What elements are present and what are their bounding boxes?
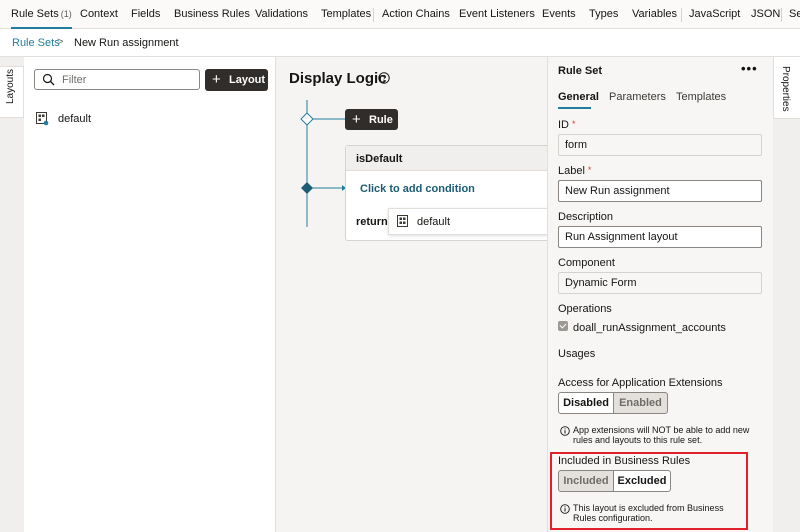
- more-actions-icon[interactable]: •••: [741, 61, 758, 76]
- id-field: form: [558, 134, 762, 156]
- breadcrumb-rule-sets-link[interactable]: Rule Sets: [12, 37, 60, 49]
- active-tab-indicator: [558, 107, 591, 109]
- tab-action-chains[interactable]: Action Chains: [382, 0, 450, 29]
- component-label: Component: [558, 257, 615, 269]
- tab-types[interactable]: Types: [589, 0, 618, 29]
- layout-icon: [36, 112, 49, 129]
- breadcrumb-separator: >: [57, 36, 64, 48]
- add-layout-button[interactable]: + Layout: [205, 69, 268, 91]
- add-condition-link[interactable]: Click to add condition: [360, 183, 475, 195]
- tab-fields[interactable]: Fields: [131, 0, 160, 29]
- description-label: Description: [558, 211, 614, 223]
- access-enabled-button[interactable]: Enabled: [613, 392, 668, 414]
- tab-event-listeners[interactable]: Event Listeners: [459, 0, 535, 29]
- tab-general[interactable]: General: [558, 91, 599, 103]
- add-layout-label: Layout: [229, 74, 266, 86]
- filter-placeholder: Filter: [62, 74, 87, 86]
- component-field: Dynamic Form: [558, 272, 762, 294]
- operations-label: Operations: [558, 303, 612, 315]
- tab-templates-properties[interactable]: Templates: [676, 91, 726, 103]
- tab-context[interactable]: Context: [80, 0, 118, 29]
- tab-business-rules[interactable]: Business Rules: [174, 0, 250, 29]
- label-label: Label *: [558, 165, 591, 177]
- highlight-box: [550, 452, 748, 530]
- tab-rule-sets[interactable]: Rule Sets (1): [11, 0, 72, 29]
- required-mark: *: [572, 119, 576, 129]
- tab-events[interactable]: Events: [542, 0, 576, 29]
- filter-input[interactable]: Filter: [34, 69, 200, 90]
- add-rule-label: Rule: [369, 114, 393, 126]
- tab-divider: [373, 8, 374, 22]
- return-label: return: [356, 216, 388, 228]
- rule-case-title: isDefault: [356, 153, 403, 165]
- required-mark: *: [587, 165, 592, 175]
- layout-item-label: default: [58, 113, 92, 125]
- tab-rule-sets-label: Rule Sets: [11, 8, 59, 20]
- tab-divider: [681, 8, 682, 22]
- plus-icon: +: [352, 111, 361, 128]
- properties-title: Rule Set: [558, 65, 603, 77]
- access-info: App extensions will NOT be able to add n…: [560, 425, 765, 447]
- breadcrumb: Rule Sets > New Run assignment: [0, 29, 800, 57]
- tab-variables[interactable]: Variables: [632, 0, 677, 29]
- tab-parameters[interactable]: Parameters: [609, 91, 666, 103]
- layouts-rail-label: Layouts: [5, 68, 16, 104]
- tab-templates[interactable]: Templates: [321, 0, 371, 29]
- rule-case-header[interactable]: isDefault: [346, 146, 547, 171]
- left-rail: [0, 57, 24, 532]
- tab-settings-partial[interactable]: Se: [789, 0, 800, 29]
- info-icon: [560, 426, 570, 438]
- return-layout-value: default: [417, 216, 451, 228]
- id-label-text: ID: [558, 119, 569, 131]
- rule-case-card: isDefault Click to add condition return …: [345, 145, 548, 241]
- access-disabled-button[interactable]: Disabled: [558, 392, 614, 414]
- label-field[interactable]: New Run assignment: [558, 180, 762, 202]
- top-tab-bar: Rule Sets (1) Context Fields Business Rul…: [0, 0, 800, 29]
- breadcrumb-current: New Run assignment: [74, 37, 179, 49]
- access-label: Access for Application Extensions: [558, 377, 723, 389]
- rule-sets-count: (1): [60, 9, 72, 19]
- id-label: ID *: [558, 119, 576, 131]
- tab-javascript[interactable]: JavaScript: [689, 0, 740, 29]
- tab-divider: [781, 8, 782, 22]
- label-label-text: Label: [558, 165, 585, 177]
- layout-icon: [397, 215, 408, 230]
- operation-label: doall_runAssignment_accounts: [573, 322, 726, 334]
- flow-connectors: [300, 100, 346, 227]
- search-icon: [42, 73, 55, 89]
- operation-checkbox[interactable]: [558, 321, 568, 331]
- right-rail: [773, 57, 800, 532]
- properties-rail-label: Properties: [780, 66, 791, 112]
- add-rule-button[interactable]: + Rule: [345, 109, 398, 130]
- tab-validations[interactable]: Validations: [255, 0, 308, 29]
- return-layout-selector[interactable]: default: [388, 208, 548, 235]
- access-info-text: App extensions will NOT be able to add n…: [573, 425, 750, 445]
- tab-json[interactable]: JSON: [751, 0, 780, 29]
- usages-label: Usages: [558, 348, 596, 360]
- plus-icon: +: [212, 71, 221, 88]
- description-field[interactable]: Run Assignment layout: [558, 226, 762, 248]
- layouts-panel: [24, 57, 276, 532]
